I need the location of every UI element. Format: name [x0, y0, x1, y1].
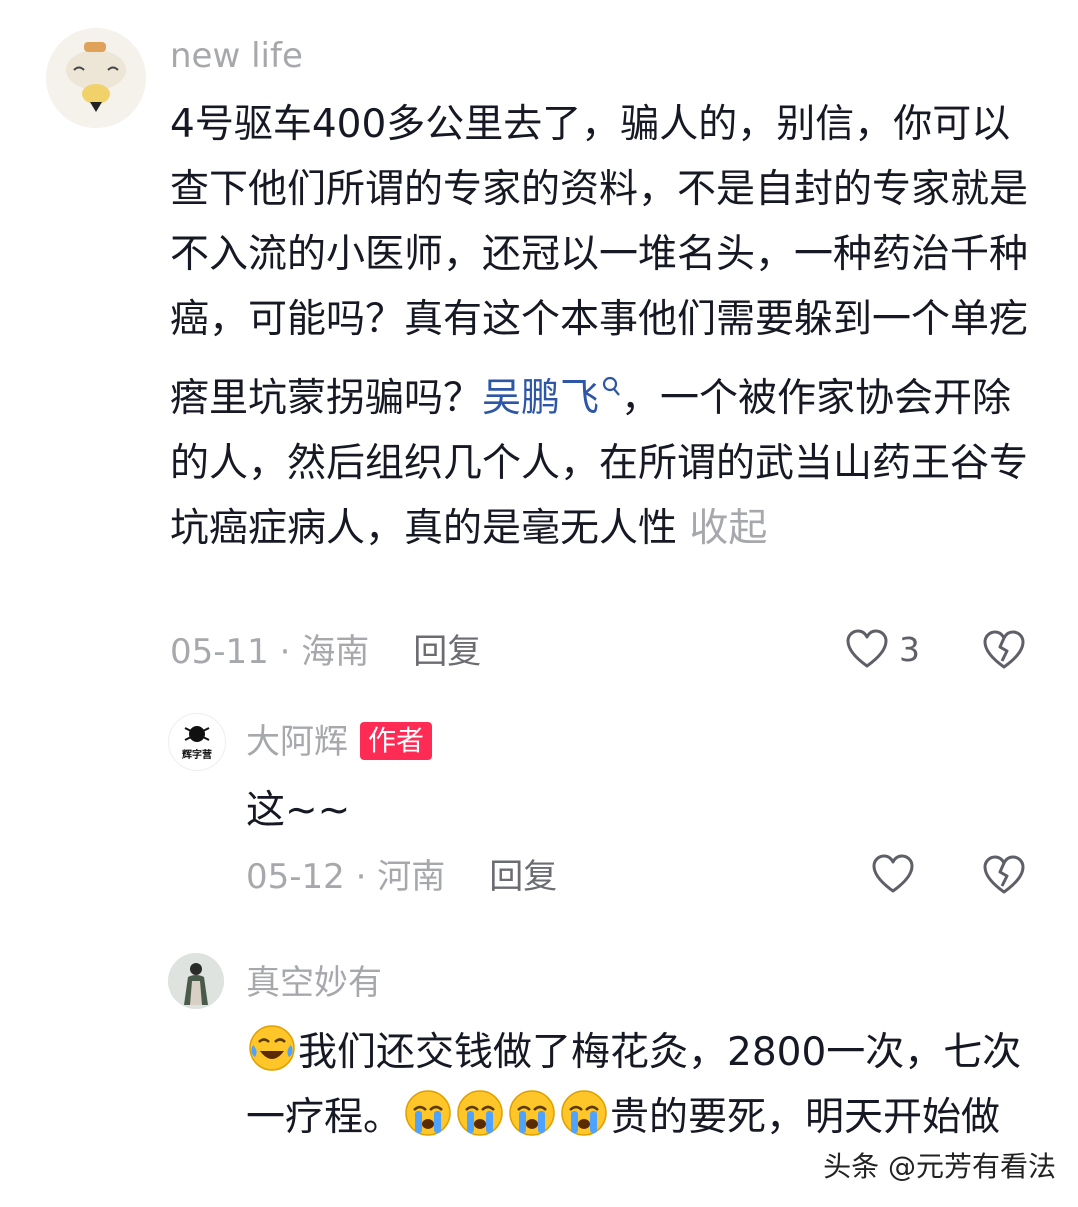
watermark: 头条 @元芳有看法 — [823, 1150, 1056, 1183]
comment-text: 4号驱车400多公里去了，骗人的，别信，你可以查下他们所谓的专家的资料，不是自封… — [170, 92, 1036, 561]
broken-heart-icon — [983, 630, 1025, 669]
heart-outline-icon — [872, 854, 914, 893]
like-button[interactable] — [871, 853, 915, 895]
broken-heart-icon — [983, 855, 1025, 894]
comment-text-part: 4号驱车400多公里去了，骗人的，别信，你可以查下他们所谓的专家的资料，不是自封… — [170, 102, 1029, 421]
reply-text: 这~~ — [246, 788, 351, 833]
reply-location: 河南 — [377, 857, 446, 897]
avatar[interactable]: 辉字营 — [168, 713, 226, 771]
cat-avatar-icon — [46, 28, 146, 128]
logo-avatar-icon: 辉字营 — [182, 726, 212, 761]
dislike-button[interactable] — [982, 853, 1026, 901]
username[interactable]: 真空妙有 — [246, 961, 382, 1005]
avatar[interactable] — [46, 28, 146, 128]
crying-emoji — [507, 1088, 557, 1138]
laugh-cry-emoji — [247, 1023, 297, 1073]
reply-button[interactable]: 回复 — [413, 632, 481, 672]
comment-date: 05-11 — [170, 632, 269, 672]
dislike-button[interactable] — [982, 628, 1026, 676]
comment-meta: 05-11 · 海南 回复 — [170, 632, 482, 672]
like-button[interactable]: 3 — [845, 628, 920, 670]
comment-location: 海南 — [301, 632, 370, 672]
avatar[interactable] — [168, 953, 224, 1009]
crying-emoji — [455, 1088, 505, 1138]
username[interactable]: new life — [170, 34, 303, 78]
reply-button[interactable]: 回复 — [489, 857, 557, 897]
crying-emoji — [403, 1088, 453, 1138]
person-avatar-icon — [168, 953, 224, 1009]
crying-emoji — [559, 1088, 609, 1138]
reply-date: 05-12 — [246, 857, 345, 897]
author-badge: 作者 — [360, 722, 433, 760]
collapse-button[interactable]: 收起 — [689, 506, 767, 551]
svg-text:辉字营: 辉字营 — [182, 748, 212, 761]
reply-text: 我们还交钱做了梅花灸，2800一次，七次一疗程。 贵的要死，明天开始做 — [246, 1020, 1022, 1150]
heart-outline-icon — [846, 629, 888, 668]
search-icon — [601, 352, 621, 417]
reply-text-part: 贵的要死，明天开始做 — [610, 1095, 1001, 1140]
reply-meta: 05-12 · 河南 回复 — [246, 857, 558, 897]
mention-link[interactable]: 吴鹏飞 — [482, 376, 621, 421]
username[interactable]: 大阿辉 作者 — [246, 720, 433, 764]
like-count: 3 — [899, 629, 920, 669]
